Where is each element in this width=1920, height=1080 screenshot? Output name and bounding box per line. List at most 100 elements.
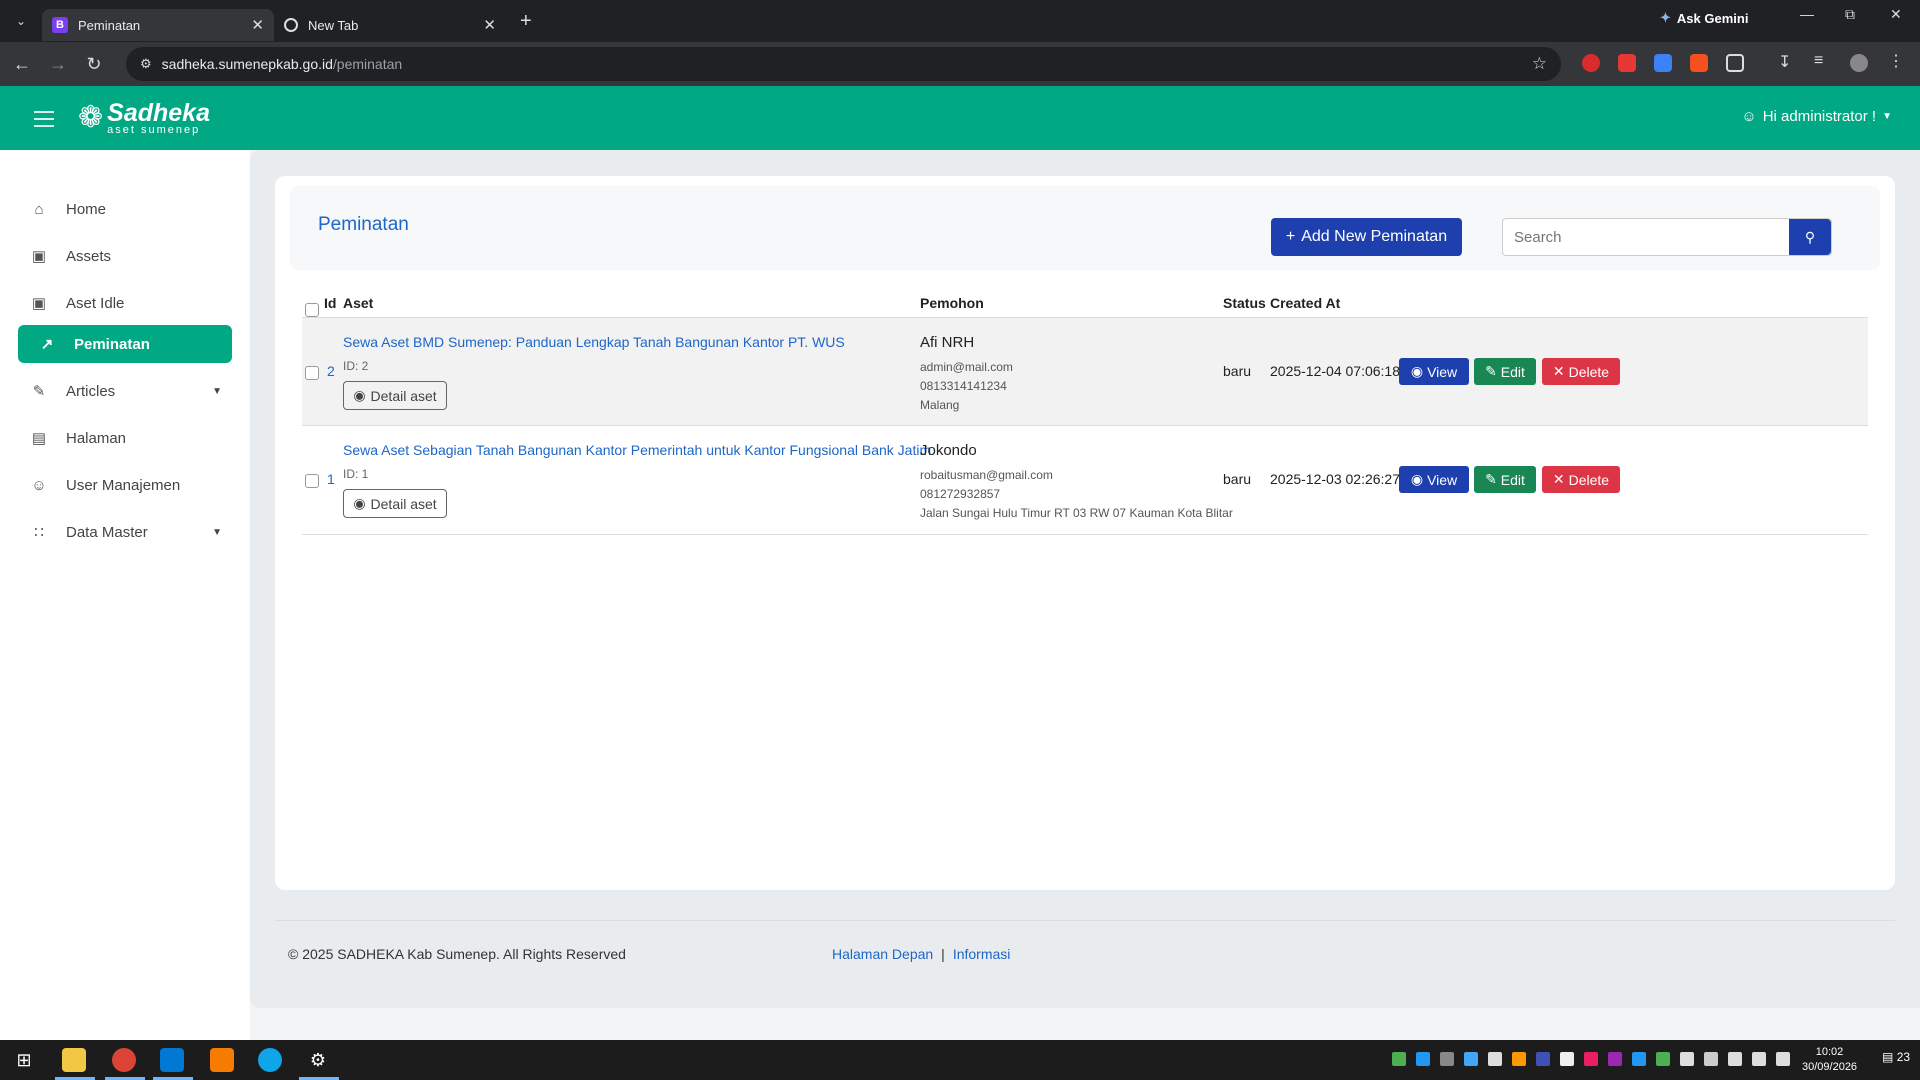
search-input[interactable] [1503, 219, 1789, 255]
reload-icon[interactable]: ↻ [76, 54, 112, 75]
row-checkbox[interactable] [305, 474, 319, 488]
close-tab-icon[interactable]: ✕ [251, 16, 264, 34]
tray-icon[interactable] [1536, 1052, 1550, 1066]
sidebar-item-articles[interactable]: ✎ Articles ▼ [18, 372, 232, 410]
detail-aset-button[interactable]: ◉ Detail aset [343, 489, 447, 518]
tray-icon[interactable] [1464, 1052, 1478, 1066]
view-button[interactable]: ◉ View [1399, 466, 1469, 493]
chrome-icon[interactable] [112, 1048, 136, 1072]
add-new-peminatan-button[interactable]: + Add New Peminatan [1271, 218, 1462, 256]
sidebar-item-peminatan[interactable]: ↗ Peminatan [18, 325, 232, 363]
sidebar-item-label: Halaman [66, 429, 127, 447]
delete-button[interactable]: ✕ Delete [1542, 358, 1620, 385]
notification-icon: ▤ [1882, 1050, 1894, 1064]
hamburger-menu-icon[interactable] [34, 111, 54, 132]
eye-icon: ◉ [353, 387, 366, 403]
view-button[interactable]: ◉ View [1399, 358, 1469, 385]
extension-icon[interactable] [1582, 54, 1600, 72]
download-icon[interactable]: ↧ [1778, 52, 1796, 71]
delete-button[interactable]: ✕ Delete [1542, 466, 1620, 493]
tray-icon[interactable] [1440, 1052, 1454, 1066]
logo[interactable]: ❁ Sadheka aset sumenep [78, 100, 210, 135]
settings-gear-icon[interactable]: ⚙ [306, 1048, 330, 1072]
extensions-puzzle-icon[interactable] [1726, 54, 1744, 72]
edit-label: Edit [1500, 471, 1525, 488]
forward-icon[interactable]: → [40, 54, 76, 75]
row-checkbox[interactable] [305, 366, 319, 380]
sidebar-item-assets[interactable]: ▣ Assets [18, 237, 232, 275]
profile-avatar-icon[interactable] [1850, 54, 1868, 72]
bluetooth-icon[interactable] [1632, 1052, 1646, 1066]
battery-icon[interactable] [1776, 1052, 1790, 1066]
logo-name: Sadheka [107, 98, 210, 127]
tray-icon[interactable] [1608, 1052, 1622, 1066]
search-button[interactable]: ⚲ [1789, 219, 1831, 255]
extension-icon[interactable] [1618, 54, 1636, 72]
minimize-icon[interactable]: — [1800, 6, 1814, 22]
tray-icon[interactable] [1560, 1052, 1574, 1066]
volume-icon[interactable] [1752, 1052, 1766, 1066]
edit-button[interactable]: ✎ Edit [1474, 466, 1536, 493]
aset-title-link[interactable]: Sewa Aset Sebagian Tanah Bangunan Kantor… [343, 442, 931, 458]
extension-icon[interactable] [1690, 54, 1708, 72]
user-dropdown[interactable]: ☺ Hi administrator ! ▼ [1741, 108, 1892, 125]
more-menu-icon[interactable]: ⋮ [1888, 51, 1906, 70]
tab-peminatan[interactable]: B Peminatan ✕ [42, 9, 274, 41]
windows-taskbar: ⊞ ⚙ 10:02 30/09/2026 ▤ 23 [0, 1040, 1920, 1080]
main-content: Peminatan + Add New Peminatan ⚲ Id Aset … [250, 150, 1920, 1008]
tray-icon[interactable] [1704, 1052, 1718, 1066]
back-icon[interactable]: ← [4, 54, 40, 75]
row-id-link[interactable]: 1 [327, 471, 335, 487]
tab-search-icon[interactable]: ⌄ [0, 0, 42, 42]
extension-icon[interactable] [1654, 54, 1672, 72]
url-bar[interactable]: ⚙ sadheka.sumenepkab.go.id/peminatan ☆ [126, 47, 1561, 81]
tray-icon[interactable] [1680, 1052, 1694, 1066]
sublime-icon[interactable] [210, 1048, 234, 1072]
view-label: View [1427, 471, 1458, 488]
detail-aset-button[interactable]: ◉ Detail aset [343, 381, 447, 410]
tray-icon[interactable] [1512, 1052, 1526, 1066]
eye-icon: ◉ [353, 495, 366, 511]
new-tab-icon[interactable]: + [520, 10, 532, 33]
box-icon: ▣ [31, 248, 47, 265]
select-all-checkbox[interactable] [305, 303, 319, 317]
tray-icon[interactable] [1584, 1052, 1598, 1066]
vscode-icon[interactable] [160, 1048, 184, 1072]
aset-title-link[interactable]: Sewa Aset BMD Sumenep: Panduan Lengkap T… [343, 334, 845, 350]
sidebar-item-halaman[interactable]: ▤ Halaman [18, 419, 232, 457]
tray-icon[interactable] [1392, 1052, 1406, 1066]
network-icon[interactable] [1728, 1052, 1742, 1066]
tab-new-tab[interactable]: New Tab ✕ [274, 9, 506, 41]
site-info-icon[interactable]: ⚙ [140, 56, 152, 72]
footer-link-halaman-depan[interactable]: Halaman Depan [832, 946, 933, 962]
footer-link-informasi[interactable]: Informasi [953, 946, 1011, 962]
restore-icon[interactable]: ⧉ [1845, 6, 1855, 23]
detail-label: Detail aset [370, 495, 437, 512]
ask-gemini-button[interactable]: ✦ Ask Gemini [1660, 10, 1748, 26]
edge-icon[interactable] [258, 1048, 282, 1072]
windows-start-icon[interactable]: ⊞ [12, 1048, 36, 1072]
sidebar-item-data-master[interactable]: ∷ Data Master ▼ [18, 513, 232, 551]
tray-icon[interactable] [1416, 1052, 1430, 1066]
footer-divider [275, 920, 1895, 921]
close-tab-icon[interactable]: ✕ [483, 16, 496, 34]
edit-button[interactable]: ✎ Edit [1474, 358, 1536, 385]
sidebar-item-user-manajemen[interactable]: ☺ User Manajemen [18, 466, 232, 504]
media-icon[interactable]: ≡ [1814, 52, 1832, 70]
search-box: ⚲ [1502, 218, 1832, 256]
url-path: /peminatan [332, 56, 403, 72]
notification-center[interactable]: ▤ 23 [1882, 1050, 1910, 1064]
sidebar-item-aset-idle[interactable]: ▣ Aset Idle [18, 284, 232, 322]
bookmark-star-icon[interactable]: ☆ [1532, 54, 1547, 74]
close-icon: ✕ [1552, 471, 1565, 487]
close-window-icon[interactable]: ✕ [1890, 6, 1902, 23]
row-id-link[interactable]: 2 [327, 363, 335, 379]
file-explorer-icon[interactable] [62, 1048, 86, 1072]
sidebar-item-home[interactable]: ⌂ Home [18, 190, 232, 228]
aset-id: ID: 1 [343, 467, 369, 481]
header-id: Id [324, 295, 337, 311]
sidebar-item-label: Assets [66, 247, 112, 265]
tray-icon[interactable] [1488, 1052, 1502, 1066]
clock[interactable]: 10:02 30/09/2026 [1802, 1045, 1857, 1075]
tray-icon[interactable] [1656, 1052, 1670, 1066]
